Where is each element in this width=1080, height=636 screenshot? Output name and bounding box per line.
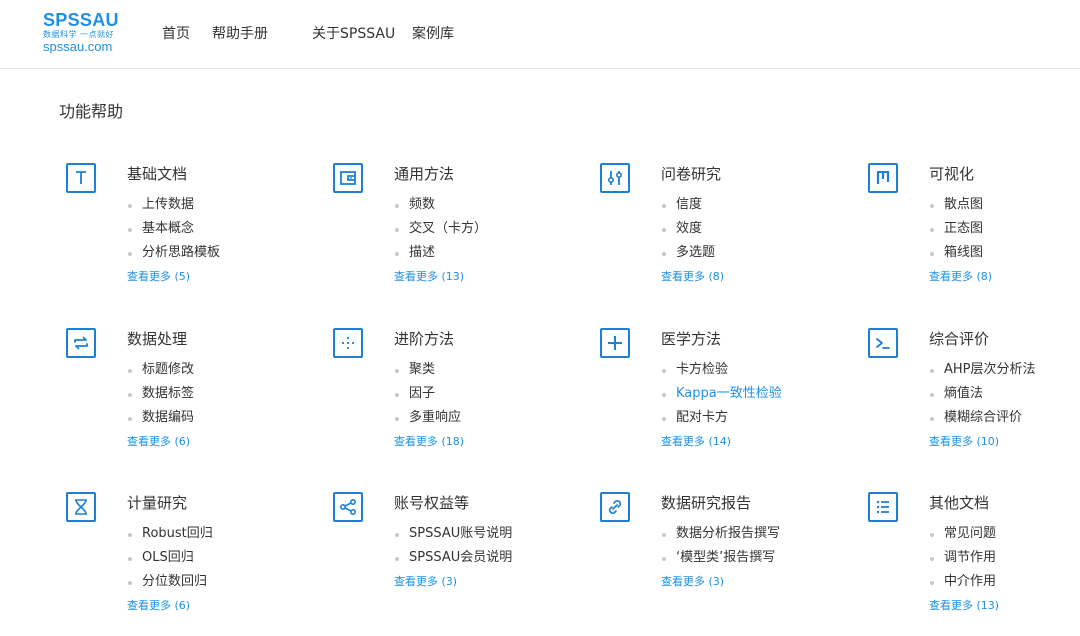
section-title: 功能帮助 (59, 102, 124, 121)
category-title[interactable]: 基础文档 (127, 163, 187, 184)
view-more-link[interactable]: 查看更多 (6) (127, 433, 190, 449)
category-link[interactable]: 因子 (394, 382, 461, 406)
category-link[interactable]: 正态图 (929, 217, 983, 241)
view-more-link[interactable]: 查看更多 (5) (127, 268, 190, 284)
category-links: 聚类 因子 多重响应 (394, 358, 461, 430)
logo-wordmark: SPSSAU (43, 10, 119, 30)
plus-icon (600, 328, 630, 358)
category-links: 散点图 正态图 箱线图 (929, 193, 983, 265)
terminal-icon (868, 328, 898, 358)
category-link[interactable]: 聚类 (394, 358, 461, 382)
category-title[interactable]: 计量研究 (127, 492, 187, 513)
category-title[interactable]: 综合评价 (929, 328, 989, 349)
hourglass-icon (66, 492, 96, 522)
view-more-link[interactable]: 查看更多 (10) (929, 433, 999, 449)
nav-home[interactable]: 首页 (162, 23, 190, 43)
category-links: 信度 效度 多选题 (661, 193, 715, 265)
category-title[interactable]: 数据处理 (127, 328, 187, 349)
list-icon (868, 492, 898, 522)
nav-case-library[interactable]: 案例库 (412, 23, 454, 43)
category-link[interactable]: 描述 (394, 241, 487, 265)
category-link[interactable]: AHP层次分析法 (929, 358, 1036, 382)
category-link[interactable]: SPSSAU账号说明 (394, 522, 512, 546)
link-icon (600, 492, 630, 522)
category-link[interactable]: 多重响应 (394, 406, 461, 430)
category-link[interactable]: 上传数据 (127, 193, 220, 217)
category-links: Robust回归 OLS回归 分位数回归 (127, 522, 213, 594)
view-more-link[interactable]: 查看更多 (3) (661, 573, 724, 589)
category-link[interactable]: 数据分析报告撰写 (661, 522, 780, 546)
view-more-link[interactable]: 查看更多 (8) (929, 268, 992, 284)
category-links: 上传数据 基本概念 分析思路模板 (127, 193, 220, 265)
category-links: 卡方检验 Kappa一致性检验 配对卡方 (661, 358, 782, 430)
category-link[interactable]: OLS回归 (127, 546, 213, 570)
nav-help-manual[interactable]: 帮助手册 (212, 23, 268, 43)
category-link[interactable]: 箱线图 (929, 241, 983, 265)
category-title[interactable]: 医学方法 (661, 328, 721, 349)
category-link[interactable]: 散点图 (929, 193, 983, 217)
category-link[interactable]: 中介作用 (929, 570, 996, 594)
top-navigation-bar: SPSSAU 数据科学 一点就好 spssau.com 首页 帮助手册 关于SP… (0, 0, 1080, 69)
category-link[interactable]: SPSSAU会员说明 (394, 546, 512, 570)
category-title[interactable]: 其他文档 (929, 492, 989, 513)
repeat-icon (66, 328, 96, 358)
category-link[interactable]: 数据编码 (127, 406, 194, 430)
logo-url: spssau.com (43, 39, 113, 54)
category-links: 常见问题 调节作用 中介作用 (929, 522, 996, 594)
category-link[interactable]: 分位数回归 (127, 570, 213, 594)
category-link[interactable]: 效度 (661, 217, 715, 241)
view-more-link[interactable]: 查看更多 (13) (394, 268, 464, 284)
category-link[interactable]: 熵值法 (929, 382, 1036, 406)
category-link[interactable]: 多选题 (661, 241, 715, 265)
view-more-link[interactable]: 查看更多 (13) (929, 597, 999, 613)
view-more-link[interactable]: 查看更多 (18) (394, 433, 464, 449)
dots-grid-icon (333, 328, 363, 358)
bar-chart-icon (868, 163, 898, 193)
category-link[interactable]: 卡方检验 (661, 358, 782, 382)
category-link[interactable]: 调节作用 (929, 546, 996, 570)
category-link[interactable]: 交叉（卡方） (394, 217, 487, 241)
category-link[interactable]: Kappa一致性检验 (661, 382, 782, 406)
category-title[interactable]: 通用方法 (394, 163, 454, 184)
view-more-link[interactable]: 查看更多 (14) (661, 433, 731, 449)
category-link[interactable]: 基本概念 (127, 217, 220, 241)
share-icon (333, 492, 363, 522)
category-link[interactable]: 分析思路模板 (127, 241, 220, 265)
category-links: 频数 交叉（卡方） 描述 (394, 193, 487, 265)
category-title[interactable]: 可视化 (929, 163, 974, 184)
category-link[interactable]: 常见问题 (929, 522, 996, 546)
view-more-link[interactable]: 查看更多 (6) (127, 597, 190, 613)
category-link[interactable]: 频数 (394, 193, 487, 217)
category-links: SPSSAU账号说明 SPSSAU会员说明 (394, 522, 512, 570)
category-link[interactable]: 信度 (661, 193, 715, 217)
text-t-icon (66, 163, 96, 193)
category-link[interactable]: 标题修改 (127, 358, 194, 382)
nav-about-spssau[interactable]: 关于SPSSAU (312, 23, 395, 43)
category-link[interactable]: Robust回归 (127, 522, 213, 546)
wallet-icon (333, 163, 363, 193)
category-link[interactable]: ‘模型类’报告撰写 (661, 546, 780, 570)
category-links: AHP层次分析法 熵值法 模糊综合评价 (929, 358, 1036, 430)
category-links: 标题修改 数据标签 数据编码 (127, 358, 194, 430)
view-more-link[interactable]: 查看更多 (3) (394, 573, 457, 589)
view-more-link[interactable]: 查看更多 (8) (661, 268, 724, 284)
category-title[interactable]: 进阶方法 (394, 328, 454, 349)
category-title[interactable]: 账号权益等 (394, 492, 469, 513)
category-link[interactable]: 数据标签 (127, 382, 194, 406)
category-link[interactable]: 配对卡方 (661, 406, 782, 430)
category-title[interactable]: 问卷研究 (661, 163, 721, 184)
spssau-logo[interactable]: SPSSAU 数据科学 一点就好 spssau.com (43, 10, 133, 55)
category-link[interactable]: 模糊综合评价 (929, 406, 1036, 430)
sliders-icon (600, 163, 630, 193)
category-links: 数据分析报告撰写 ‘模型类’报告撰写 (661, 522, 780, 570)
category-title[interactable]: 数据研究报告 (661, 492, 751, 513)
